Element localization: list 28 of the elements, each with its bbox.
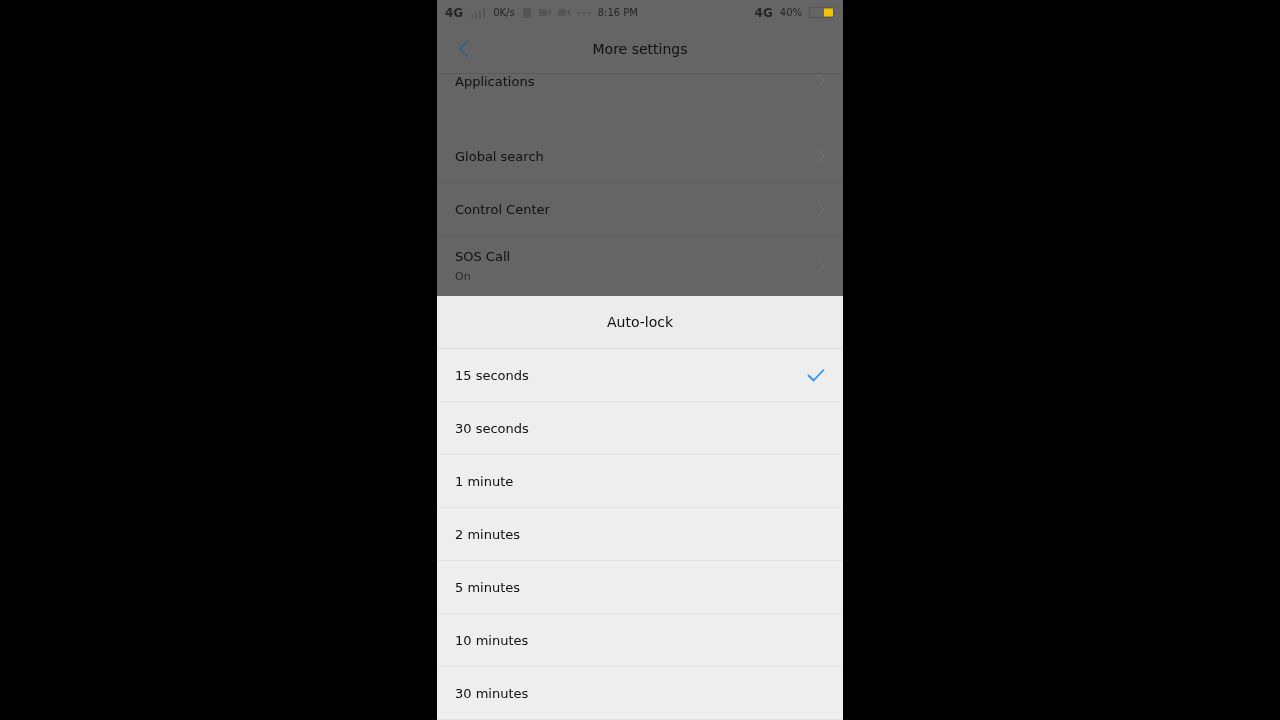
- time-label: 8:16 PM: [597, 7, 638, 19]
- settings-label: Global search: [455, 148, 544, 164]
- settings-value: On: [455, 270, 472, 283]
- page-title: More settings: [591, 41, 689, 58]
- settings-label: SOS Call: [455, 249, 511, 264]
- option-row[interactable]: 1 minute: [437, 455, 843, 508]
- speed-label: 0K/s: [493, 7, 515, 19]
- option-label: 1 minute: [455, 473, 514, 489]
- settings-label: Control Center: [455, 201, 550, 217]
- battery-icon: [809, 7, 835, 19]
- option-row[interactable]: 30 seconds: [437, 402, 843, 455]
- back-icon: [459, 40, 469, 59]
- option-label: 2 minutes: [455, 526, 521, 542]
- option-label: 15 seconds: [455, 367, 529, 383]
- option-label: 5 minutes: [455, 579, 521, 595]
- network-label: 4G: [754, 5, 773, 20]
- battery-label: 40%: [779, 7, 802, 19]
- option-row[interactable]: 2 minutes: [437, 508, 843, 561]
- settings-label: Applications: [455, 74, 535, 89]
- option-row[interactable]: 10 minutes: [437, 614, 843, 667]
- back-button[interactable]: [459, 40, 469, 59]
- network-label: 4G: [445, 5, 464, 20]
- option-label: 30 minutes: [455, 685, 529, 701]
- option-row[interactable]: 15 seconds: [437, 349, 843, 402]
- option-row[interactable]: 5 minutes: [437, 561, 843, 614]
- option-row[interactable]: 30 minutes: [437, 667, 843, 720]
- option-label: 10 minutes: [455, 632, 529, 648]
- option-label: 30 seconds: [455, 420, 529, 436]
